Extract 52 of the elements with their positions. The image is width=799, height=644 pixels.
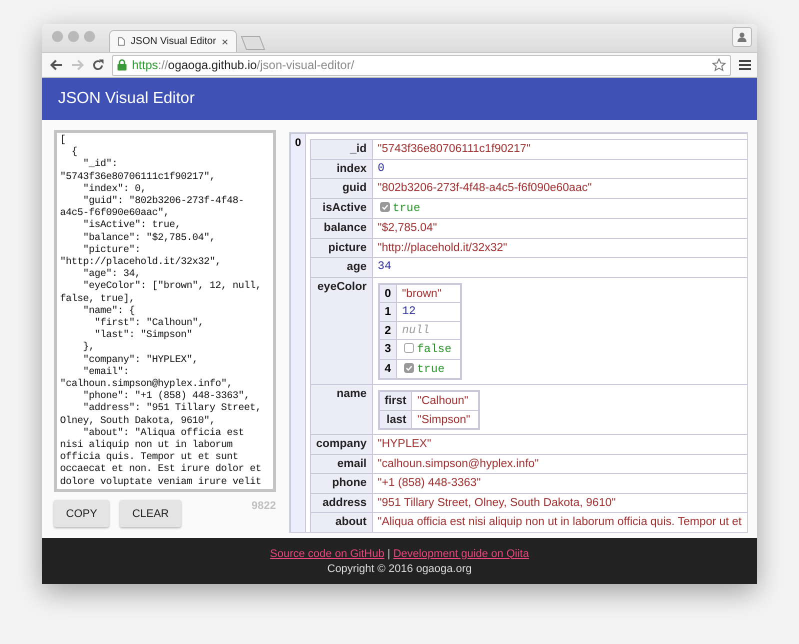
key-cell: index <box>310 159 372 178</box>
browser-tab[interactable]: JSON Visual Editor <box>109 30 237 52</box>
profile-button[interactable] <box>732 27 752 47</box>
index-cell: 4 <box>378 359 397 379</box>
index-cell: 0 <box>290 134 306 532</box>
key-cell: balance <box>310 218 372 238</box>
action-button[interactable]: CLEAR <box>120 500 181 527</box>
new-tab-button[interactable] <box>241 36 265 50</box>
checkbox[interactable] <box>404 362 414 372</box>
page-icon <box>118 36 125 47</box>
key-cell: age <box>310 258 372 277</box>
key-cell: name <box>310 384 372 434</box>
lock-icon <box>117 59 127 71</box>
key-cell: about <box>310 512 372 532</box>
key-cell: picture <box>310 238 372 258</box>
key-cell: email <box>310 454 372 474</box>
app-title: JSON Visual Editor <box>58 90 195 108</box>
index-cell: 2 <box>378 321 397 340</box>
key-cell: eyeColor <box>310 277 372 384</box>
json-text-area[interactable]: [ { "_id": "5743f36e80706111c1f90217", "index": 0, "guid": "802b3206-273f-4f48- a4c5-f6f090e60aac", "isActive": true, "balance": "$2,785.04", "picture": "http://placehold.it/32x32", "age": 34, "eyeColor": ["brown", 12, null, false, true], "name": { "first": "Calhoun", "last": "Simpson" }, "company": "HYPLEX", "email": "calhoun.simpson@hyplex.info", "phone": "+1 (858) 448-3363", "address": "951 Tillary Street, Olney, South Dakota, 9610", "about": "Aliqua officia est nisi aliquip non ut in laborum officia quis. Tempor ut et sunt occaecat et non. Est irure dolor et dolore voluptate veniam irure velit <box>54 130 276 492</box>
value-cell[interactable]: "5743f36e80706111c1f90217" <box>372 140 747 159</box>
footer-link[interactable]: Source code on GitHub <box>270 548 384 560</box>
value-text[interactable]: true <box>392 202 420 214</box>
person-icon <box>737 32 747 42</box>
close-icon[interactable] <box>222 38 228 46</box>
key-cell: _id <box>310 140 372 159</box>
key-cell: first <box>378 391 412 410</box>
key-cell: isActive <box>310 198 372 218</box>
action-button[interactable]: COPY <box>54 500 110 527</box>
checkbox[interactable] <box>380 202 390 212</box>
window-control-icon[interactable] <box>84 31 95 42</box>
key-cell: address <box>310 493 372 512</box>
back-icon[interactable] <box>50 59 63 71</box>
window-control-icon[interactable] <box>52 31 63 42</box>
star-icon[interactable] <box>712 58 726 72</box>
footer-link[interactable]: Development guide on Qiita <box>393 548 529 560</box>
key-cell: last <box>378 410 412 429</box>
menu-icon[interactable] <box>739 60 751 70</box>
window-control-icon[interactable] <box>68 31 79 42</box>
index-cell: 0 <box>378 284 397 302</box>
separator-text: | <box>387 548 390 560</box>
index-cell: 3 <box>378 340 397 359</box>
index-cell: 1 <box>378 302 397 321</box>
tab-title: JSON Visual Editor <box>130 36 216 47</box>
key-cell: guid <box>310 178 372 198</box>
address-field[interactable]: https://ogaoga.github.io/json-visual-editor/ <box>112 54 731 76</box>
checkbox[interactable] <box>404 343 414 353</box>
reload-icon[interactable] <box>92 59 104 71</box>
key-cell: phone <box>310 474 372 493</box>
copyright-text: Copyright © 2016 ogaoga.org <box>327 562 472 574</box>
character-count: 9822 <box>252 500 276 512</box>
key-cell: company <box>310 434 372 454</box>
